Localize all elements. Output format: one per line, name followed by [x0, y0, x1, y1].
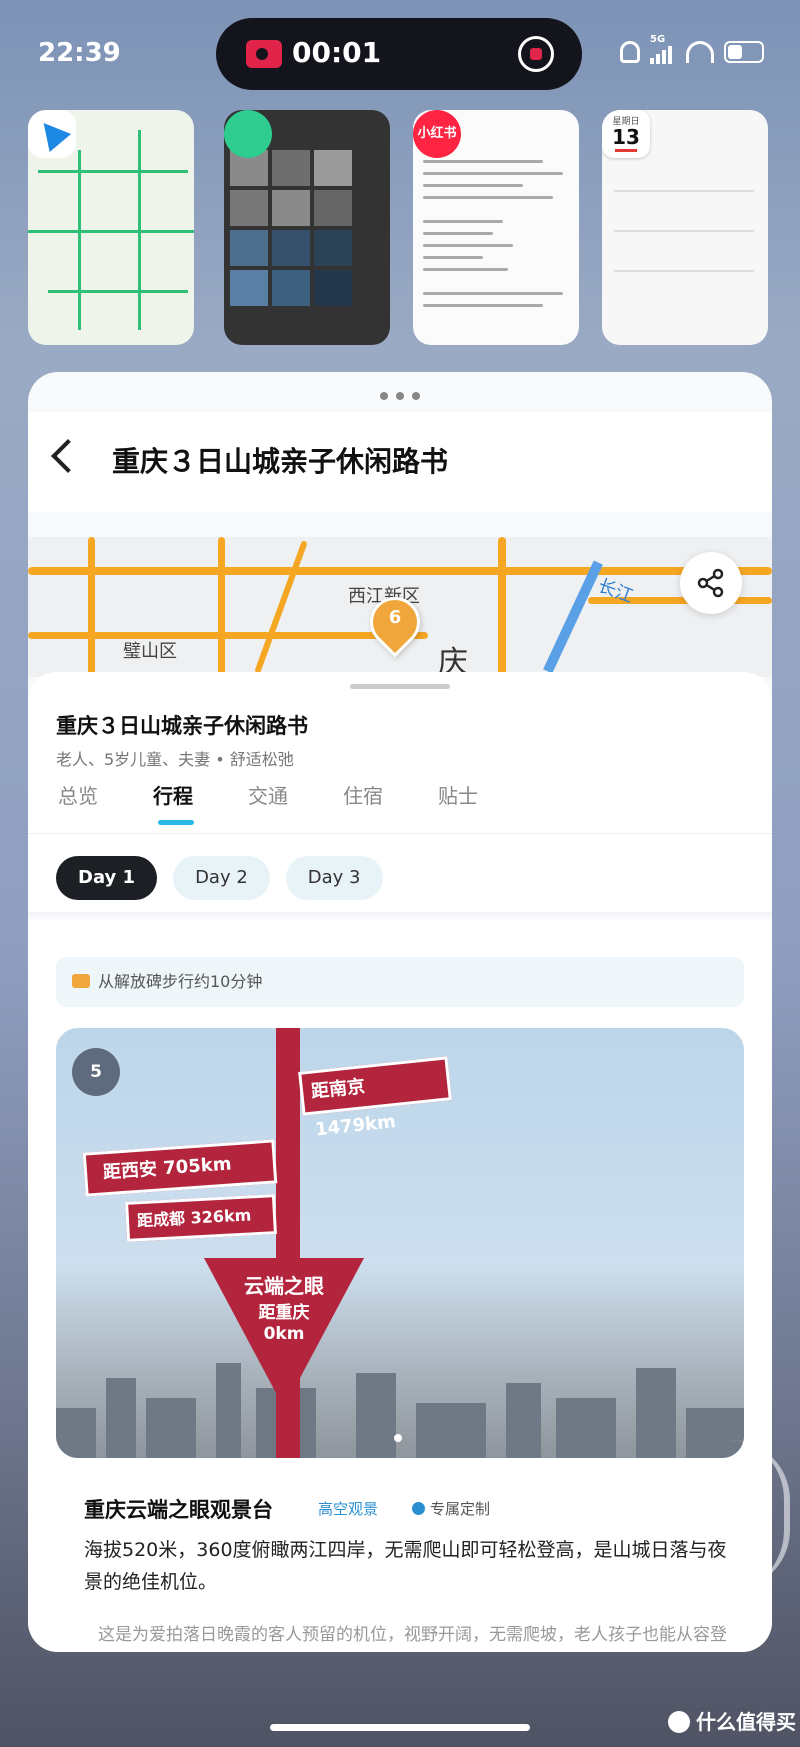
watermark-text: 什么值得买: [696, 1710, 796, 1734]
watermark-logo-icon: [668, 1711, 690, 1733]
day-chip-1[interactable]: Day 1: [56, 856, 158, 900]
custom-tag: 专属定制: [412, 1498, 490, 1519]
sign-xian: 距西安 705km: [82, 1139, 278, 1197]
stop-recording-button[interactable]: [518, 36, 554, 72]
poi-photo[interactable]: 距南京 1479km 距西安 705km 距成都 326km 云端之眼 距重庆 …: [56, 1028, 744, 1458]
map-pin-number: 6: [388, 607, 402, 628]
system-icons: 5G: [620, 34, 764, 64]
tab-itinerary[interactable]: 行程: [153, 780, 193, 809]
navigation-icon: [28, 110, 76, 158]
guide-title: 重庆３日山城亲子休闲路书: [56, 714, 308, 738]
itinerary-sheet: 重庆３日山城亲子休闲路书 老人、5岁儿童、夫妻 • 舒适松弛 总览 行程 交通 …: [28, 672, 772, 1652]
gallery-icon: [224, 110, 272, 158]
back-button[interactable]: [46, 432, 90, 482]
transport-tip: 从解放碑步行约10分钟: [56, 957, 744, 1007]
recent-app-gallery[interactable]: [224, 110, 390, 345]
status-bar: 22:39 00:01 5G: [0, 0, 800, 110]
share-button[interactable]: [680, 552, 742, 614]
tab-tips[interactable]: 贴士: [438, 780, 478, 809]
day-chip-3[interactable]: Day 3: [285, 856, 383, 900]
mute-bell-icon: [620, 41, 640, 63]
poi-category-tag: 高空观景: [318, 1500, 379, 1518]
bus-icon: [72, 974, 90, 988]
carousel-dot: [394, 1434, 402, 1442]
active-tab-indicator: [158, 820, 194, 825]
drag-handle[interactable]: [350, 684, 450, 689]
transport-tip-text: 从解放碑步行约10分钟: [98, 972, 263, 991]
calendar-day: 13: [612, 125, 640, 149]
recording-timer: 00:01: [292, 36, 382, 69]
sign-text: 云端之眼: [244, 1274, 324, 1298]
cellular-signal-icon: 5G: [650, 34, 676, 64]
city-skyline: [56, 1358, 744, 1458]
person-icon: [412, 1502, 425, 1515]
recent-app-calendar[interactable]: 星期日 13: [602, 110, 768, 345]
more-options-icon[interactable]: [380, 392, 420, 400]
chevron-left-icon: [51, 439, 85, 473]
network-type: 5G: [650, 34, 666, 45]
watermark: 什么值得买: [668, 1706, 796, 1735]
top-bar: 重庆３日山城亲子休闲路书: [28, 412, 772, 512]
poi-note: 这是为爱拍落日晚霞的客人预留的机位，视野开阔，无需爬坡，老人孩子也能从容登: [98, 1625, 727, 1645]
share-icon: [697, 568, 724, 598]
poi-name: 重庆云端之眼观景台: [84, 1498, 273, 1522]
tab-overview[interactable]: 总览: [58, 780, 98, 809]
poi-description: 海拔520米，360度俯瞰两江四岸，无需爬山即可轻松登高，是山城日落与夜景的绝佳…: [84, 1539, 727, 1593]
clock: 22:39: [38, 38, 121, 68]
video-camera-icon: [246, 40, 282, 68]
xiaohongshu-icon: 小红书: [413, 110, 461, 158]
sign-text: 距重庆: [258, 1303, 310, 1323]
tab-transport[interactable]: 交通: [248, 780, 288, 809]
screen-recording-pill[interactable]: 00:01: [216, 18, 582, 90]
home-indicator[interactable]: [270, 1724, 530, 1731]
custom-tag-label: 专属定制: [430, 1500, 491, 1518]
wifi-icon: [686, 41, 714, 63]
map-label: 庆: [438, 645, 468, 677]
swipe-edge-indicator: [720, 1440, 790, 1590]
recent-apps: 小红书 星期日 13: [28, 110, 772, 345]
guide-subtitle: 老人、5岁儿童、夫妻 • 舒适松弛: [56, 750, 294, 769]
sign-nanjing: 距南京 1479km: [298, 1056, 452, 1140]
battery-icon: [724, 41, 764, 63]
sign-text: 0km: [263, 1324, 305, 1344]
calendar-icon: 星期日 13: [602, 110, 650, 158]
app-window: 重庆３日山城亲子休闲路书 西江新区 璧山区 长江 庆 6 重庆３日山城亲子休闲路…: [28, 372, 772, 1652]
recent-app-map[interactable]: [28, 110, 194, 345]
tab-lodging[interactable]: 住宿: [343, 780, 383, 809]
tab-bar: 总览 行程 交通 住宿 贴士: [28, 772, 772, 834]
map-label: 璧山区: [123, 641, 177, 662]
day-chip-2[interactable]: Day 2: [173, 856, 270, 900]
sign-chengdu: 距成都 326km: [125, 1194, 277, 1242]
day-selector: Day 1 Day 2 Day 3: [56, 856, 383, 900]
poi-index-badge: 5: [72, 1048, 120, 1096]
route-map[interactable]: 西江新区 璧山区 长江 庆 6: [28, 537, 772, 677]
divider: [28, 912, 772, 922]
recent-app-xiaohongshu[interactable]: 小红书: [413, 110, 579, 345]
page-title: 重庆３日山城亲子休闲路书: [112, 445, 449, 478]
